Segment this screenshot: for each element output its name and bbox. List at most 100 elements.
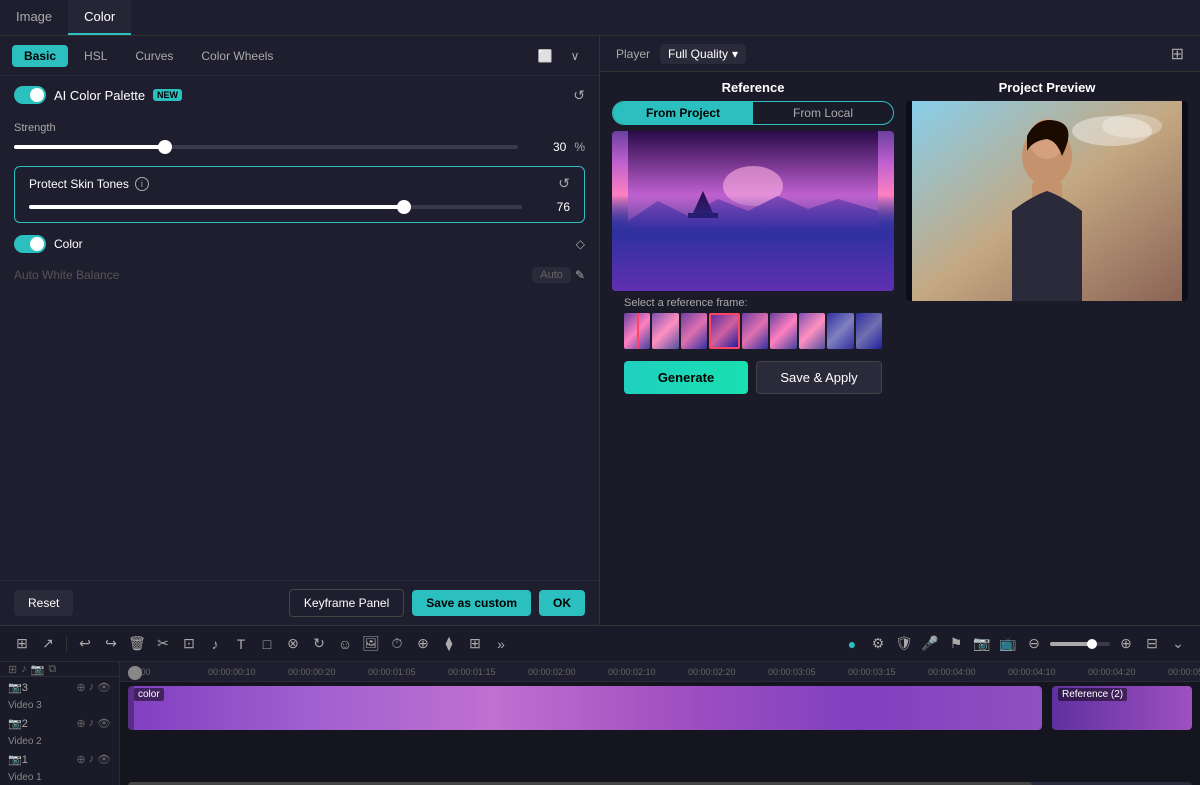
grid-tool-icon[interactable]: ⊞ (12, 635, 32, 652)
strength-thumb[interactable] (158, 140, 172, 154)
rotate-icon[interactable]: ↻ (309, 635, 329, 652)
image-icon[interactable]: 🖼 (361, 635, 381, 652)
flag-icon[interactable]: ⚑ (946, 635, 966, 652)
video-tracks: color Reference (2) (120, 682, 1200, 778)
video2-eye-icon[interactable]: 👁 (97, 717, 111, 730)
subtab-hsl[interactable]: HSL (72, 45, 119, 67)
video1-audio-icon[interactable]: ♪ (89, 753, 95, 766)
skin-thumb[interactable] (397, 200, 411, 214)
filter-icon[interactable]: ⊞ (465, 635, 485, 652)
video3-audio-icon[interactable]: ♪ (89, 681, 95, 694)
fill-icon[interactable]: ⧫ (439, 635, 459, 652)
track-camera-icon[interactable]: 📷 (31, 663, 45, 676)
ok-button[interactable]: OK (539, 590, 585, 616)
redo-icon[interactable]: ↪ (101, 635, 121, 652)
plus-zoom-icon[interactable]: ⊕ (1116, 635, 1136, 652)
video2-audio-icon[interactable]: ♪ (89, 717, 95, 730)
skin-reset-icon[interactable]: ↺ (558, 175, 570, 192)
film-frame-7[interactable] (799, 313, 825, 349)
video2-add-icon[interactable]: ⊕ (76, 717, 85, 730)
cursor-tool-icon[interactable]: ↗ (38, 635, 58, 652)
strength-value: 30 (526, 140, 566, 154)
color-toggle[interactable] (14, 235, 46, 253)
keyframe-panel-button[interactable]: Keyframe Panel (289, 589, 404, 617)
track-clip-icon[interactable]: ⧉ (48, 663, 56, 676)
crop-icon[interactable]: ⊡ (179, 635, 199, 652)
video2-track (128, 732, 1192, 752)
expand-icon[interactable]: ∨ (563, 44, 587, 68)
video1-add-icon[interactable]: ⊕ (76, 753, 85, 766)
video3-add-icon[interactable]: ⊕ (76, 681, 85, 694)
wb-edit-icon[interactable]: ✎ (575, 268, 585, 282)
ruler-mark-12: 00:00:04:20 (1088, 667, 1168, 677)
record-icon[interactable]: ● (842, 636, 862, 652)
grid-icon[interactable]: ⊞ (1171, 44, 1184, 64)
add-track-icon[interactable]: ⊞ (8, 663, 17, 676)
shield-icon[interactable]: 🛡 (894, 635, 914, 652)
strength-slider[interactable] (14, 145, 518, 149)
tab-color[interactable]: Color (68, 0, 131, 35)
video1-eye-icon[interactable]: 👁 (97, 753, 111, 766)
strength-label: Strength (14, 122, 585, 134)
expand-icon[interactable]: ⌄ (1168, 635, 1188, 652)
color-track[interactable]: color (128, 686, 1042, 730)
subtab-curves[interactable]: Curves (123, 45, 185, 67)
save-as-custom-button[interactable]: Save as custom (412, 590, 531, 616)
playhead-circle (128, 666, 142, 680)
film-frame-5[interactable] (742, 313, 768, 349)
video2-number: 📷2 (8, 717, 28, 730)
cut-icon[interactable]: ✂ (153, 635, 173, 652)
reset-button[interactable]: Reset (14, 590, 73, 616)
ai-palette-toggle[interactable] (14, 86, 46, 104)
film-frame-4[interactable] (709, 313, 739, 349)
monitor-icon[interactable]: 📺 (998, 635, 1018, 652)
brush-icon[interactable]: ⊗ (283, 635, 303, 652)
tab-bar: Image Color (0, 0, 1200, 36)
timer-icon[interactable]: ⏱ (387, 635, 407, 652)
camera-icon[interactable]: 📷 (972, 635, 992, 652)
film-frame-3[interactable] (681, 313, 707, 349)
undo-icon[interactable]: ↩ (75, 635, 95, 652)
from-project-btn[interactable]: From Project (613, 102, 753, 124)
zoom-thumb[interactable] (1087, 639, 1097, 649)
copy-icon[interactable]: ⊕ (413, 635, 433, 652)
right-panel: Player Full Quality ▾ ⊞ Reference From P… (600, 36, 1200, 625)
delete-icon[interactable]: 🗑 (127, 635, 147, 652)
mic-icon[interactable]: 🎤 (920, 635, 940, 652)
tab-color-label: Color (84, 9, 115, 24)
zoom-slider[interactable] (1050, 642, 1110, 646)
skin-info-icon[interactable]: i (135, 177, 149, 191)
sticker-icon[interactable]: ☺ (335, 636, 355, 652)
from-local-btn[interactable]: From Local (753, 102, 893, 124)
audio-icon[interactable]: ♪ (205, 636, 225, 652)
tab-image[interactable]: Image (0, 0, 68, 35)
minus-zoom-icon[interactable]: ⊖ (1024, 635, 1044, 652)
film-frame-1[interactable] (624, 313, 650, 349)
film-frame-2[interactable] (652, 313, 678, 349)
sub-tab-bar: Basic HSL Curves Color Wheels ⬜ ∨ (0, 36, 599, 76)
quality-select[interactable]: Full Quality ▾ (660, 44, 746, 64)
film-frame-6[interactable] (770, 313, 796, 349)
ai-reset-icon[interactable]: ↺ (573, 87, 585, 104)
columns-icon[interactable]: ⊟ (1142, 635, 1162, 652)
split-view-icon[interactable]: ⬜ (533, 44, 557, 68)
color-track-label: color (134, 688, 164, 701)
generate-button[interactable]: Generate (624, 361, 748, 394)
subtab-color-wheels[interactable]: Color Wheels (189, 45, 285, 67)
video3-eye-icon[interactable]: 👁 (97, 681, 111, 694)
rect-icon[interactable]: □ (257, 636, 277, 652)
track-audio-icon[interactable]: ♪ (21, 663, 27, 675)
track-labels: ⊞ ♪ 📷 ⧉ 📷3 ⊕ ♪ 👁 Video 3 📷2 ⊕ ♪ 👁 (0, 662, 120, 785)
ruler-mark-13: 00:00:05:05 (1168, 667, 1200, 677)
reference-clip[interactable]: Reference (2) (1052, 686, 1192, 730)
film-frame-9[interactable] (856, 313, 882, 349)
more-icon[interactable]: » (491, 636, 511, 652)
video3-number: 📷3 (8, 681, 28, 694)
sub-tab-tools: ⬜ ∨ (533, 44, 587, 68)
film-frame-8[interactable] (827, 313, 853, 349)
text-icon[interactable]: T (231, 636, 251, 652)
save-apply-button[interactable]: Save & Apply (756, 361, 882, 394)
skin-slider[interactable] (29, 205, 522, 209)
settings-icon[interactable]: ⚙ (868, 635, 888, 652)
subtab-basic[interactable]: Basic (12, 45, 68, 67)
